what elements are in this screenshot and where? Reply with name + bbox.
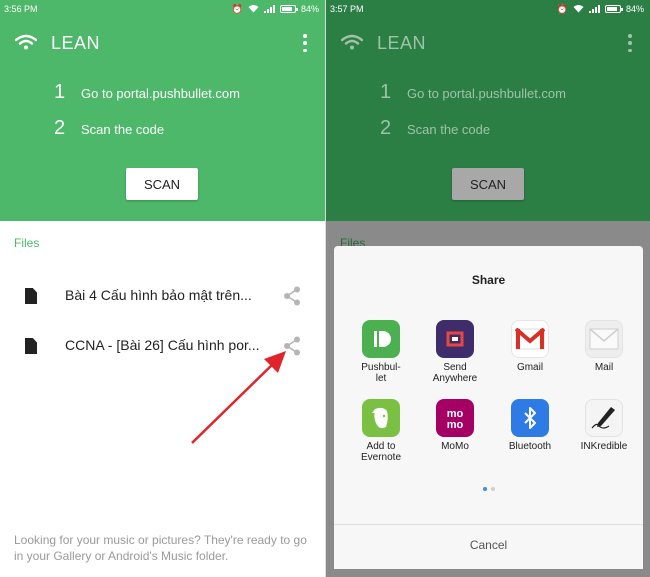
page-indicator [334, 487, 643, 491]
battery-icon [604, 5, 623, 13]
app-label: Send Anywhere [432, 362, 478, 384]
step-2: 2 Scan the code [54, 117, 164, 140]
battery-icon [279, 5, 298, 13]
app-bar: LEAN [0, 28, 325, 62]
step-number: 2 [380, 117, 392, 139]
alarm-icon: ⏰ [231, 3, 243, 14]
share-app-evernote[interactable]: Add to Evernote [345, 399, 417, 463]
app-label: Pushbul-let [361, 362, 401, 384]
footer-hint: Looking for your music or pictures? They… [14, 533, 307, 563]
share-app-mail[interactable]: Mail [568, 320, 640, 373]
share-app-pushbullet[interactable]: Pushbul-let [345, 320, 417, 384]
cancel-area: Cancel [334, 524, 643, 569]
app-label: INKredible [580, 441, 628, 452]
battery-percent: 84% [300, 4, 319, 14]
wifi-logo-icon [341, 34, 363, 50]
page-dot-active [482, 487, 487, 491]
step-1: 1 Go to portal.pushbullet.com [380, 81, 566, 104]
scan-button[interactable]: SCAN [126, 168, 198, 200]
share-app-send-anywhere[interactable]: Send Anywhere [419, 320, 491, 384]
inkredible-icon [585, 399, 623, 437]
page-dot-inactive [490, 487, 495, 491]
status-time: 3:57 PM [330, 4, 364, 14]
cancel-button[interactable]: Cancel [334, 538, 643, 552]
svg-text:mo: mo [447, 419, 464, 431]
step-text: Scan the code [81, 122, 165, 137]
status-bar: 3:56 PM ⏰ 84% [0, 0, 325, 18]
gmail-icon [511, 320, 549, 358]
share-title: Share [471, 273, 506, 287]
app-label: MoMo [441, 441, 469, 452]
bluetooth-icon [511, 399, 549, 437]
step-text: Go to portal.pushbullet.com [81, 86, 240, 101]
step-number: 1 [380, 81, 392, 103]
step-1: 1 Go to portal.pushbullet.com [54, 81, 240, 104]
scan-button[interactable]: SCAN [452, 168, 524, 200]
signal-icon [588, 5, 600, 13]
status-bar: 3:57 PM ⏰ 84% [326, 0, 650, 18]
step-number: 2 [54, 117, 66, 139]
left-screen: 3:56 PM ⏰ 84% LEAN 1 Go to portal.pushbu… [0, 0, 325, 577]
wifi-logo-icon [15, 34, 37, 50]
more-options-icon[interactable] [302, 34, 308, 52]
share-app-momo[interactable]: mo mo MoMo [419, 399, 491, 452]
wifi-status-icon [573, 4, 584, 15]
share-app-bluetooth[interactable]: Bluetooth [494, 399, 566, 452]
app-label: Mail [594, 362, 614, 373]
mail-icon [585, 320, 623, 358]
app-header: 3:57 PM ⏰ 84% LEAN 1 Go to portal.pushbu… [326, 0, 650, 221]
app-label: Bluetooth [508, 441, 552, 452]
share-sheet: Share Pushbul-let Send Anywhere Gmail Mai… [334, 246, 643, 569]
file-row[interactable]: Bài 4 Cấu hình bảo mật trên... [0, 276, 325, 316]
step-text: Go to portal.pushbullet.com [407, 86, 566, 101]
status-time: 3:56 PM [4, 4, 38, 14]
evernote-icon [362, 399, 400, 437]
step-text: Scan the code [407, 122, 491, 137]
share-icon[interactable] [283, 286, 301, 306]
app-header: 3:56 PM ⏰ 84% LEAN 1 Go to portal.pushbu… [0, 0, 325, 221]
momo-icon: mo mo [436, 399, 474, 437]
step-number: 1 [54, 81, 66, 103]
share-app-gmail[interactable]: Gmail [494, 320, 566, 373]
more-options-icon[interactable] [627, 34, 633, 52]
alarm-icon: ⏰ [556, 3, 568, 14]
wifi-status-icon [248, 4, 259, 15]
signal-icon [263, 5, 275, 13]
right-screen: 3:57 PM ⏰ 84% LEAN 1 Go to portal.pushbu… [326, 0, 650, 577]
step-2: 2 Scan the code [380, 117, 490, 140]
app-label: Gmail [516, 362, 544, 373]
annotation-arrow [191, 351, 286, 444]
share-app-inkredible[interactable]: INKredible [568, 399, 640, 452]
app-title: LEAN [377, 33, 427, 53]
send-anywhere-icon [436, 320, 474, 358]
file-name: Bài 4 Cấu hình bảo mật trên... [65, 287, 252, 303]
pushbullet-icon [362, 320, 400, 358]
file-icon [25, 288, 37, 304]
files-section-label: Files [14, 236, 40, 250]
app-label: Add to Evernote [360, 441, 402, 463]
app-title: LEAN [51, 33, 101, 53]
battery-percent: 84% [625, 4, 644, 14]
app-bar: LEAN [326, 28, 650, 62]
file-icon [25, 338, 37, 354]
